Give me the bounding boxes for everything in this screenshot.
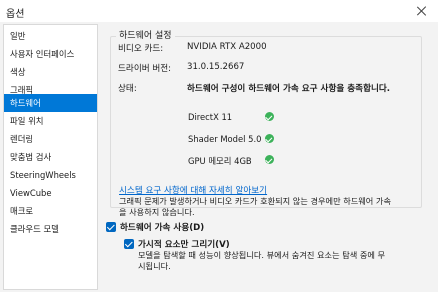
driver-version-label: 드라이버 버전: (118, 64, 172, 74)
hw-accel-note-line1: 그래픽 문제가 발생하거나 비디오 카드가 호환되지 않는 경우에만 하드웨어 … (119, 196, 391, 206)
sidebar-item-user-interface[interactable]: 사용자 인터페이스 (4, 45, 97, 63)
check-directx: DirectX 11 (188, 112, 233, 122)
status-label: 상태: (118, 84, 137, 94)
driver-version-value: 31.0.15.2667 (187, 62, 245, 72)
sidebar-item-rendering[interactable]: 렌더링 (4, 130, 97, 148)
check-circle-icon (265, 134, 274, 143)
system-requirements-link[interactable]: 시스템 요구 사항에 대해 자세히 알아보기 (119, 184, 267, 196)
title-bar: 옵션 (0, 0, 438, 22)
virtual-tricks-note-line1: 모델을 탐색할 때 성능이 향상됩니다. 뷰에서 숨겨진 요소는 탐색 중에 무 (138, 250, 386, 260)
options-window: 옵션 일반 사용자 인터페이스 색상 그래픽 하드웨어 파일 위치 렌더링 맞춤… (0, 0, 438, 292)
sidebar-item-cloud-models[interactable]: 클라우드 모델 (4, 220, 97, 238)
checkbox-checked-icon[interactable] (106, 222, 116, 232)
virtual-tricks-note: 모델을 탐색할 때 성능이 향상됩니다. 뷰에서 숨겨진 요소는 탐색 중에 무… (138, 250, 430, 272)
hardware-acceleration-checkbox[interactable]: 하드웨어 가속 사용(D) (106, 221, 204, 233)
hw-accel-note-line2: 을 사용하지 않습니다. (119, 207, 195, 217)
options-sidebar: 일반 사용자 인터페이스 색상 그래픽 하드웨어 파일 위치 렌더링 맞춤법 검… (3, 24, 98, 290)
check-circle-icon (265, 155, 274, 164)
sidebar-item-general[interactable]: 일반 (4, 27, 97, 45)
virtual-tricks-label: 가시적 요소만 그리기(V) (138, 240, 230, 250)
virtual-tricks-checkbox[interactable]: 가시적 요소만 그리기(V) (124, 238, 230, 250)
check-circle-icon (265, 112, 274, 121)
hardware-panel: 하드웨어 설정 비디오 카드: NVIDIA RTX A2000 드라이버 버전… (104, 24, 434, 290)
sidebar-item-file-locations[interactable]: 파일 위치 (4, 112, 97, 130)
hardware-acceleration-label: 하드웨어 가속 사용(D) (120, 223, 205, 233)
sidebar-item-hardware[interactable]: 하드웨어 (4, 94, 97, 112)
sidebar-item-colors[interactable]: 색상 (4, 63, 97, 81)
sidebar-item-spelling[interactable]: 맞춤법 검사 (4, 148, 97, 166)
checkbox-checked-icon[interactable] (124, 239, 134, 249)
group-title: 하드웨어 설정 (116, 28, 175, 41)
video-card-label: 비디오 카드: (118, 44, 164, 54)
virtual-tricks-note-line2: 시됩니다. (138, 261, 171, 271)
window-title: 옵션 (6, 9, 25, 20)
sidebar-item-macros[interactable]: 매크로 (4, 202, 97, 220)
video-card-value: NVIDIA RTX A2000 (187, 42, 267, 52)
sidebar-item-steeringwheels[interactable]: SteeringWheels (4, 166, 97, 184)
sidebar-item-viewcube[interactable]: ViewCube (4, 184, 97, 202)
check-shader-model: Shader Model 5.0 (188, 134, 262, 144)
hw-accel-note: 그래픽 문제가 발생하거나 비디오 카드가 호환되지 않는 경우에만 하드웨어 … (119, 196, 431, 218)
status-value: 하드웨어 구성이 하드웨어 가속 요구 사항을 충족합니다. (187, 84, 391, 94)
check-gpu-memory: GPU 메모리 4GB (188, 156, 252, 166)
close-icon[interactable] (414, 3, 430, 19)
